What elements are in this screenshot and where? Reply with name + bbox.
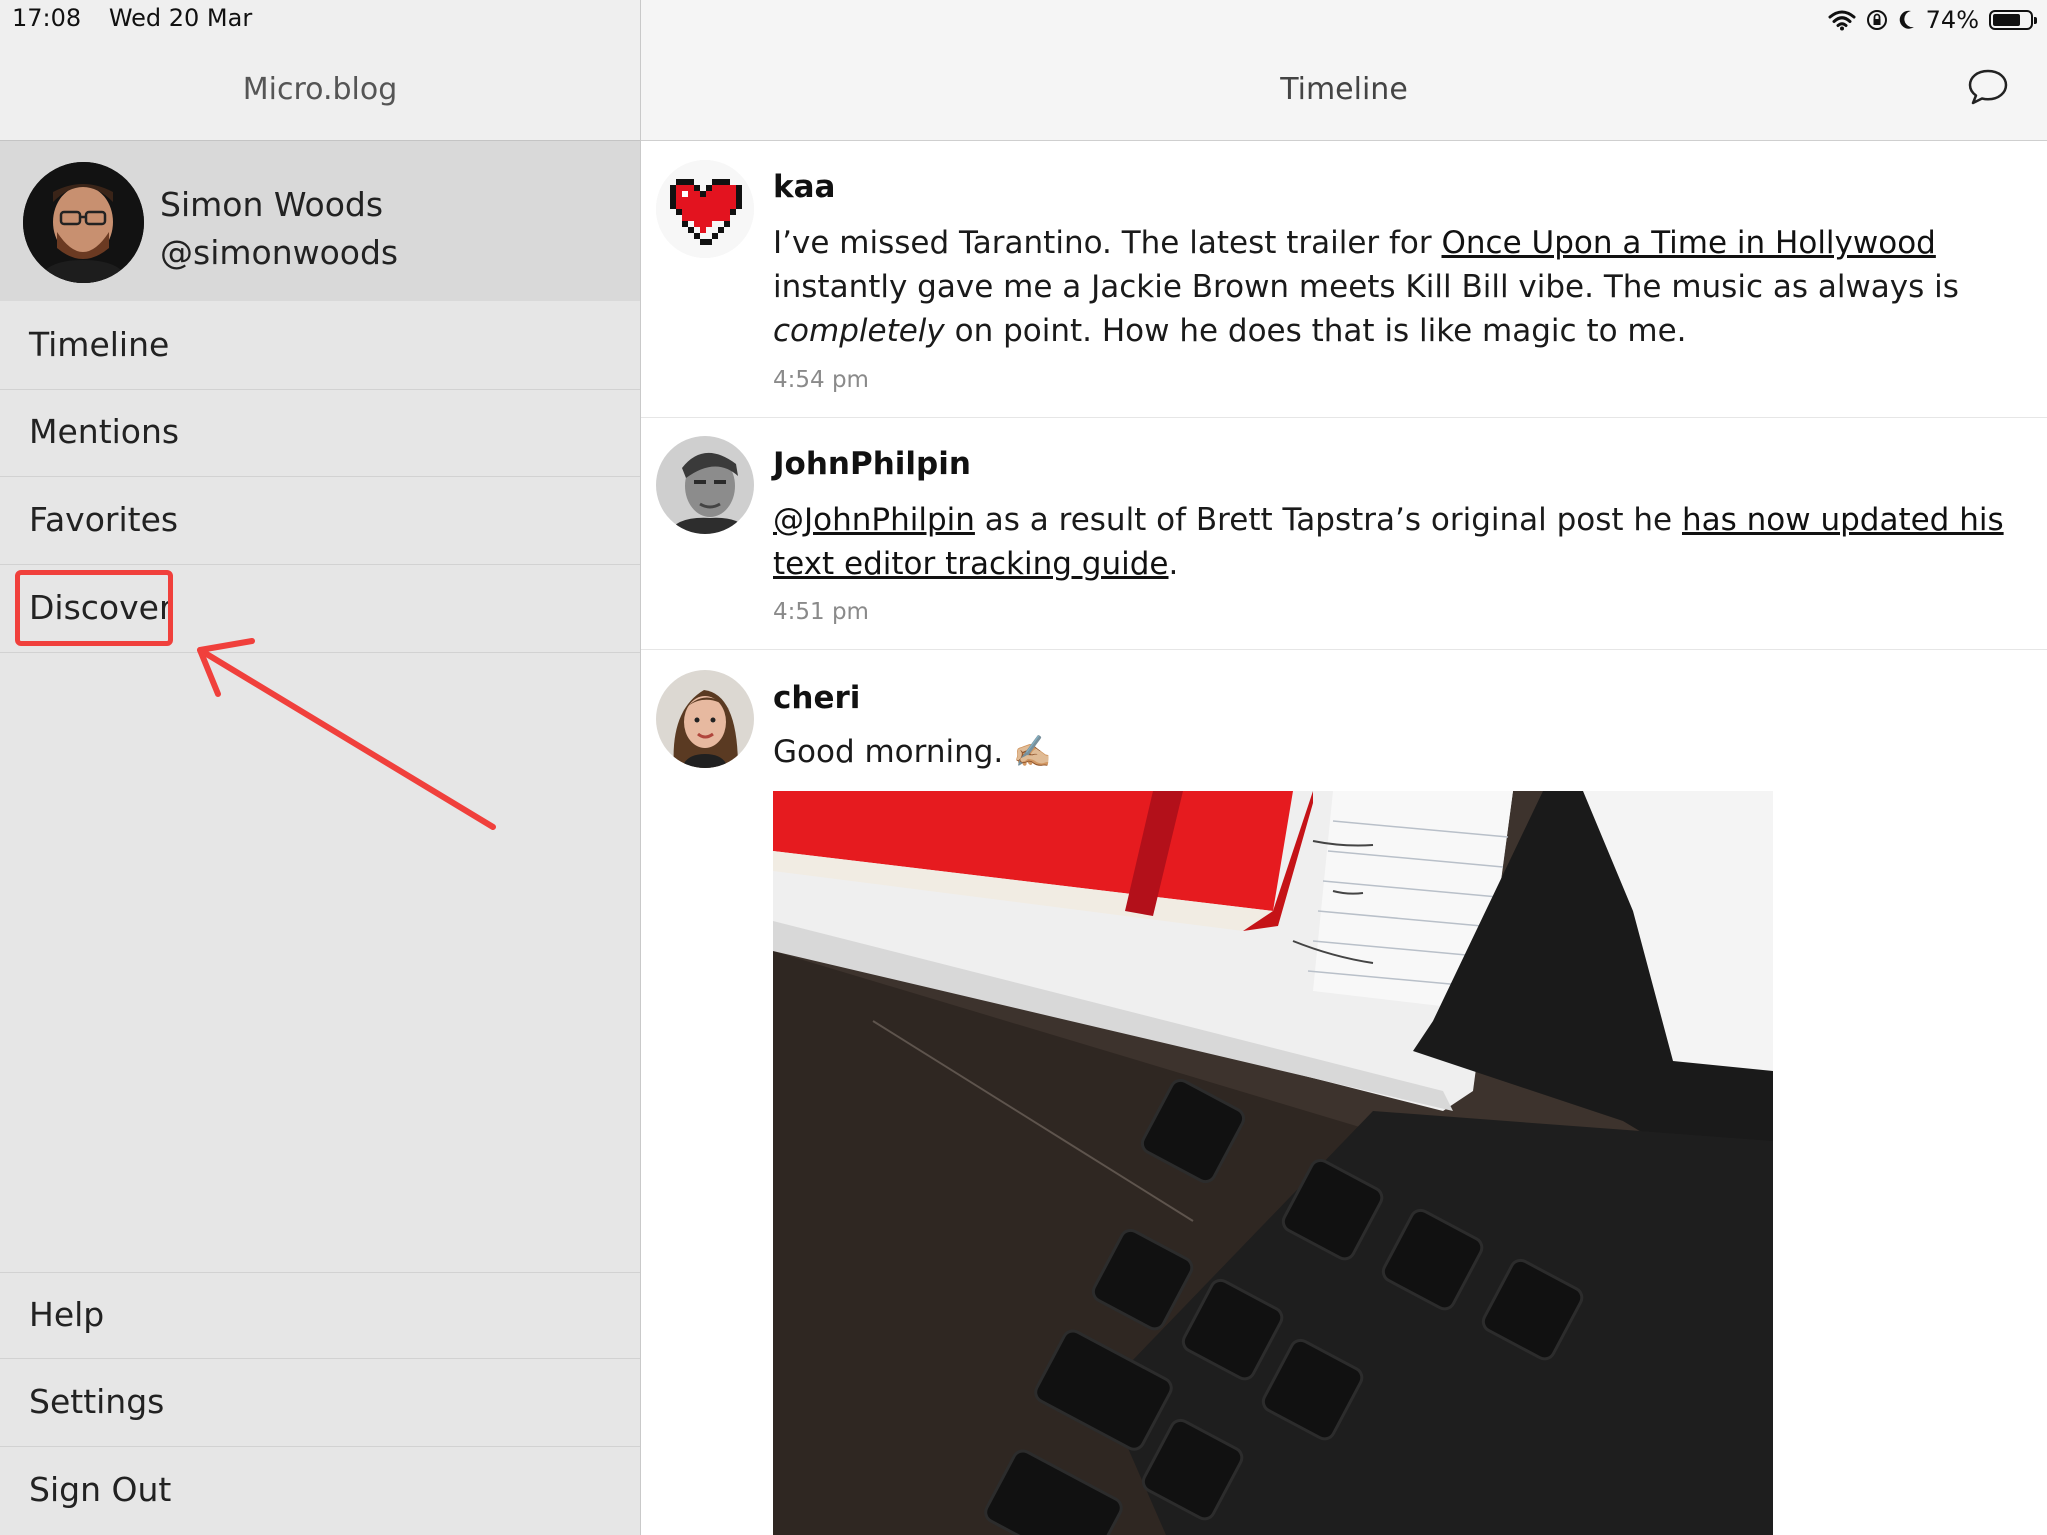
avatar[interactable] [656, 670, 754, 768]
avatar-image [656, 436, 754, 534]
battery-tip [2034, 17, 2037, 24]
sidebar-item-label: Sign Out [29, 1470, 172, 1509]
status-time: 17:08 [12, 4, 82, 32]
sidebar-item-help[interactable]: Help [0, 1272, 640, 1359]
status-date: Wed 20 Mar [108, 4, 253, 32]
pixel-heart-icon [656, 160, 754, 258]
post-emphasis: completely [773, 313, 945, 349]
speech-bubble-icon[interactable] [1967, 68, 2009, 106]
post-timestamp[interactable]: 4:51 pm [773, 599, 869, 625]
sidebar-item-settings[interactable]: Settings [0, 1360, 640, 1447]
avatar-image [656, 670, 754, 768]
post-item[interactable]: kaa I’ve missed Tarantino. The latest tr… [641, 141, 2047, 418]
moon-icon [1899, 10, 1914, 29]
battery-fill [1993, 14, 2020, 26]
post-timestamp[interactable]: 4:54 pm [773, 367, 869, 393]
post-item[interactable]: JohnPhilpin @JohnPhilpin as a result of … [641, 418, 2047, 650]
sidebar-item-label: Settings [29, 1382, 165, 1421]
battery-icon [1989, 10, 2037, 30]
timeline-pane: Timeline kaa I’ve missed Tarantino. The … [641, 0, 2047, 1535]
page-title: Timeline [1280, 72, 1408, 107]
avatar[interactable] [656, 160, 754, 258]
status-bar: 17:08 Wed 20 Mar 74% [0, 0, 2047, 40]
post-photo[interactable] [773, 791, 1773, 1535]
status-left: 17:08 Wed 20 Mar [12, 4, 272, 32]
annotation-arrow [197, 638, 496, 830]
post-text: Good morning. ✍🏼 [773, 734, 1052, 770]
post-text: on point. How he does that is like magic… [944, 313, 1687, 349]
post-text: as a result of Brett Tapstra’s original … [974, 502, 1682, 538]
status-right: 74% [1828, 4, 2037, 36]
post-text: . [1168, 546, 1179, 582]
orientation-lock-icon [1866, 10, 1887, 30]
mention-link[interactable]: @JohnPhilpin [773, 502, 975, 538]
sidebar: Micro.blog Simon Woods @simonwoods Timel… [0, 0, 641, 1535]
battery-percent: 74% [1925, 6, 1979, 34]
sidebar-item-label: Help [29, 1295, 105, 1334]
post-text: I’ve missed Tarantino. The latest traile… [773, 225, 1442, 261]
sidebar-item-sign-out[interactable]: Sign Out [0, 1448, 640, 1535]
post-username[interactable]: JohnPhilpin [773, 446, 971, 482]
post-username[interactable]: kaa [773, 169, 835, 205]
wifi-icon [1828, 10, 1856, 31]
post-text: instantly gave me a Jackie Brown meets K… [773, 269, 1959, 305]
post-username[interactable]: cheri [773, 680, 860, 716]
post-body: I’ve missed Tarantino. The latest traile… [773, 221, 2013, 353]
post-link[interactable]: Once Upon a Time in Hollywood [1442, 225, 1936, 261]
photo-image [773, 791, 1773, 1535]
post-body: @JohnPhilpin as a result of Brett Tapstr… [773, 498, 2013, 586]
avatar[interactable] [656, 436, 754, 534]
